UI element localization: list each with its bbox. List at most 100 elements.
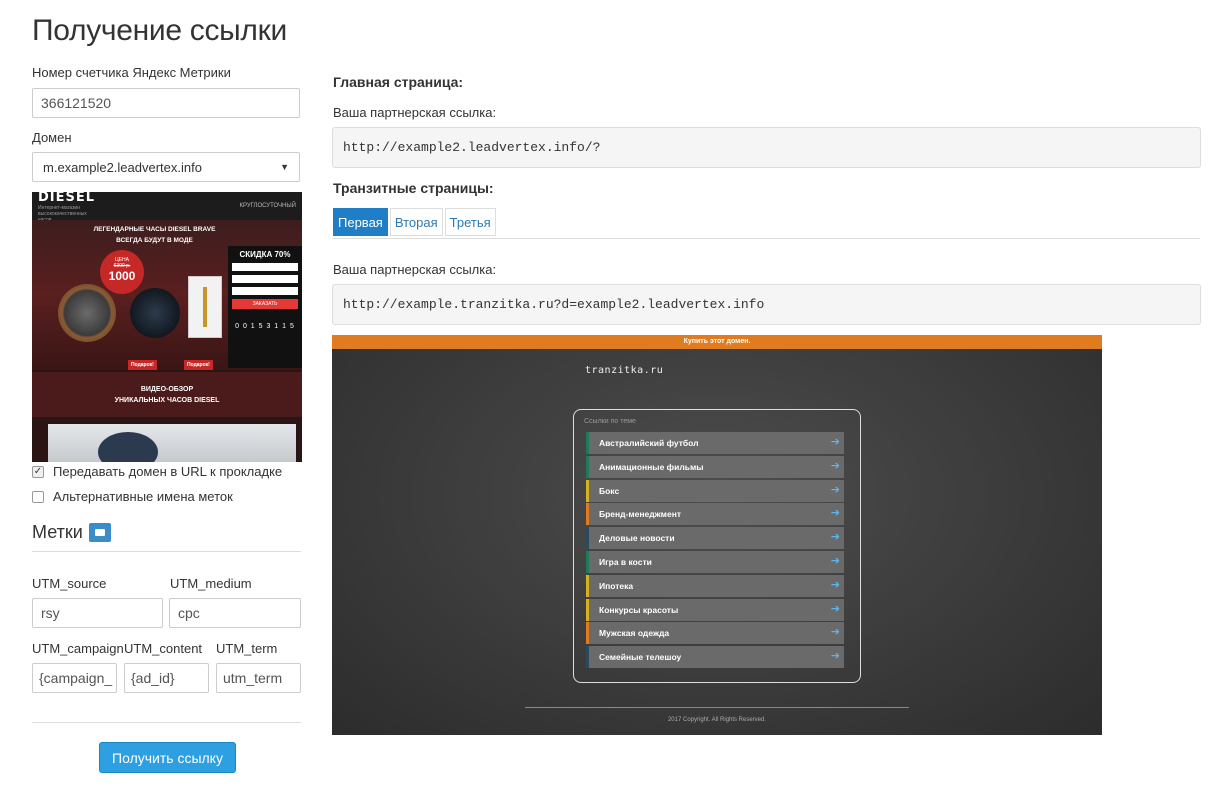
tab-second[interactable]: Вторая (389, 208, 443, 236)
related-link-item: Деловые новости ➔ (586, 527, 844, 550)
transit-link-value[interactable]: http://example.tranzitka.ru?d=example2.l… (332, 284, 1201, 325)
preview-order-form: СКИДКА 70% ЗАКАЗАТЬ 0 0 1 5 3 1 1 5 (228, 246, 302, 368)
transit-preview: Купить этот домен. tranzitka.ru Ссылки п… (332, 335, 1102, 735)
domain-select-value: m.example2.leadvertex.info (43, 159, 202, 175)
transit-logo: tranzitka.ru (585, 365, 664, 376)
pen-image (188, 276, 222, 338)
related-link-label: Ипотека (599, 580, 634, 591)
preview-discount: СКИДКА 70% (239, 250, 291, 259)
related-link-item: Ипотека ➔ (586, 574, 844, 597)
pass-domain-label: Передавать домен в URL к прокладке (53, 464, 283, 479)
transit-tabs: Первая Вторая Третья (333, 208, 498, 236)
tab-third[interactable]: Третья (444, 208, 496, 236)
main-page-title: Главная страница: (333, 74, 464, 90)
tab-first[interactable]: Первая (333, 208, 388, 236)
utm-term-label: UTM_term (216, 641, 278, 656)
preview-order-button: ЗАКАЗАТЬ (232, 299, 298, 309)
utm-campaign-input[interactable]: {campaign_ (32, 663, 117, 693)
labels-section-title: Метки (32, 522, 111, 543)
transit-link-label: Ваша партнерская ссылка: (333, 262, 497, 277)
arrow-right-icon: ➔ (830, 436, 840, 448)
arrow-right-icon: ➔ (830, 531, 840, 544)
landing-preview: DIESEL Интернет-магазин высококачественн… (32, 192, 302, 462)
preview-title-line1: ЛЕГЕНДАРНЫЕ ЧАСЫ DIESEL BRAVE (93, 226, 216, 233)
utm-source-label: UTM_source (32, 576, 107, 591)
related-link-item: Австралийский футбол ➔ (586, 432, 844, 454)
buy-domain-bar: Купить этот домен. (332, 335, 1102, 349)
utm-content-input[interactable]: {ad_id} (124, 663, 209, 693)
watch-image (130, 288, 180, 338)
preview-price-badge: ЦЕНА 6300 р. 1000 (100, 250, 144, 294)
utm-campaign-label: UTM_campaign (32, 641, 124, 656)
utm-content-label: UTM_content (124, 641, 203, 656)
arrow-right-icon: ➔ (830, 507, 840, 520)
divider (32, 722, 301, 723)
preview-video-section: ВИДЕО-ОБЗОР УНИКАЛЬНЫХ ЧАСОВ DIESEL (32, 372, 302, 417)
preview-title: ЛЕГЕНДАРНЫЕ ЧАСЫ DIESEL BRAVE ВСЕГДА БУД… (72, 224, 237, 246)
preview-video-line2: УНИКАЛЬНЫХ ЧАСОВ DIESEL (114, 397, 220, 404)
utm-medium-input[interactable]: cpc (169, 598, 301, 628)
domain-select[interactable]: m.example2.leadvertex.info ▼ (32, 152, 300, 182)
counter-label: Номер счетчика Яндекс Метрики (32, 65, 231, 80)
gift-badge: Подарок! (128, 360, 157, 370)
arrow-right-icon: ➔ (830, 602, 840, 615)
alt-names-label: Альтернативные имена меток (53, 489, 233, 504)
related-link-item: Семейные телешоу ➔ (586, 646, 844, 669)
chevron-down-icon: ▼ (280, 162, 289, 172)
watch-image (58, 284, 116, 342)
preview-title-line2: ВСЕГДА БУДУТ В МОДЕ (116, 237, 193, 244)
checkbox-checked-icon[interactable]: ✓ (32, 465, 44, 478)
utm-source-input[interactable]: rsy (32, 598, 163, 628)
copyright: 2017 Copyright. All Rights Reserved. (667, 717, 767, 723)
related-links-title: Ссылки по теме (584, 418, 636, 425)
alt-names-row[interactable]: Альтернативные имена меток (32, 489, 233, 504)
get-link-button[interactable]: Получить ссылку (99, 742, 236, 773)
preview-price: 1000 (108, 269, 136, 283)
footer-divider (525, 707, 909, 708)
transit-pages-title: Транзитные страницы: (333, 180, 494, 196)
related-link-item: Конкурсы красоты ➔ (586, 598, 844, 621)
utm-term-input[interactable]: utm_term (216, 663, 301, 693)
counter-input[interactable]: 366121520 (32, 88, 300, 118)
preview-header: DIESEL Интернет-магазин высококачественн… (32, 192, 302, 223)
preview-timer: 0 0 1 5 3 1 1 5 (235, 323, 295, 330)
related-link-label: Игра в кости (599, 556, 652, 567)
related-link-label: Семейные телешоу (599, 652, 682, 663)
related-links-box: Ссылки по теме Австралийский футбол ➔ Аним… (573, 409, 861, 683)
chat-icon[interactable] (88, 523, 111, 542)
preview-video-image (48, 424, 296, 462)
related-link-label: Анимационные фильмы (599, 461, 704, 472)
related-links-list: Австралийский футбол ➔ Анимационные фильмы… (586, 432, 844, 670)
checkbox-icon[interactable] (32, 490, 44, 503)
main-link-value[interactable]: http://example2.leadvertex.info/? (332, 127, 1201, 168)
related-link-item: Бренд-менеджмент ➔ (586, 503, 844, 526)
domain-label: Домен (32, 130, 72, 145)
tabs-divider (333, 238, 1200, 239)
main-link-label: Ваша партнерская ссылка: (333, 105, 497, 120)
pass-domain-row[interactable]: ✓ Передавать домен в URL к прокладке (32, 464, 282, 479)
page-title: Получение ссылки (32, 14, 287, 47)
related-link-item: Мужская одежда ➔ (586, 622, 844, 645)
related-link-label: Конкурсы красоты (599, 604, 679, 615)
arrow-right-icon: ➔ (830, 578, 840, 591)
preview-video-line1: ВИДЕО-ОБЗОР (140, 386, 194, 393)
preview-top-right: КРУГЛОСУТОЧНЫЙ (239, 203, 296, 209)
divider (32, 551, 301, 552)
gift-badge: Подарок! (184, 360, 213, 370)
arrow-right-icon: ➔ (830, 483, 840, 496)
labels-title-text: Метки (32, 522, 83, 542)
related-link-label: Бренд-менеджмент (599, 509, 681, 520)
related-link-item: Бокс ➔ (586, 479, 844, 502)
related-link-label: Бокс (599, 485, 620, 496)
utm-medium-label: UTM_medium (170, 576, 252, 591)
related-link-item: Анимационные фильмы ➔ (586, 455, 844, 478)
preview-logo: DIESEL (38, 192, 96, 205)
related-link-label: Австралийский футбол (599, 438, 699, 448)
arrow-right-icon: ➔ (830, 650, 840, 663)
arrow-right-icon: ➔ (830, 459, 840, 472)
related-link-label: Мужская одежда (599, 628, 670, 639)
arrow-right-icon: ➔ (830, 554, 840, 567)
related-link-label: Деловые новости (599, 533, 675, 544)
related-link-item: Игра в кости ➔ (586, 550, 844, 573)
arrow-right-icon: ➔ (830, 626, 840, 639)
